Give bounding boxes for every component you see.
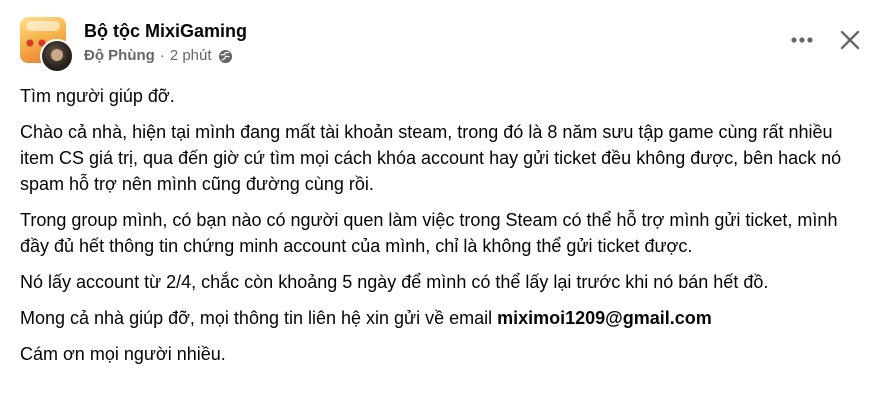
group-avatar-shine [26, 21, 60, 31]
post-meta: Độ Phùng · 2 phút [84, 46, 233, 66]
post-paragraph: Nó lấy account từ 2/4, chắc còn khoảng 5… [20, 272, 769, 292]
author-avatar[interactable] [40, 39, 74, 73]
author-avatar-face [51, 49, 63, 61]
author-name-link[interactable]: Độ Phùng [84, 47, 155, 65]
close-icon [840, 30, 860, 50]
meta-separator: · [159, 47, 165, 64]
post-header: Bộ tộc MixiGaming Độ Phùng · 2 phút [0, 0, 887, 80]
post-body: Tìm người giúp đỡ. Chào cả nhà, hiện tại… [20, 83, 870, 377]
more-options-button[interactable] [784, 22, 820, 58]
group-name-link[interactable]: Bộ tộc MixiGaming [84, 21, 247, 41]
post-timestamp-link[interactable]: 2 phút [170, 47, 212, 65]
contact-prefix: Mong cả nhà giúp đỡ, mọi thông tin liên … [20, 308, 498, 328]
avatar-group[interactable] [20, 17, 74, 73]
post-paragraph: Trong group mình, có bạn nào có người qu… [20, 210, 838, 256]
contact-paragraph: Mong cả nhà giúp đỡ, mọi thông tin liên … [20, 305, 870, 331]
post-closing: Cám ơn mọi người nhiều. [20, 344, 226, 364]
post-paragraph: Tìm người giúp đỡ. [20, 86, 175, 106]
contact-email: miximoi1209@gmail.com [497, 308, 712, 328]
post-paragraph: Chào cả nhà, hiện tại mình đang mất tài … [20, 122, 842, 194]
more-horizontal-icon [791, 37, 813, 43]
close-button[interactable] [832, 22, 868, 58]
public-globe-icon[interactable] [218, 49, 233, 64]
